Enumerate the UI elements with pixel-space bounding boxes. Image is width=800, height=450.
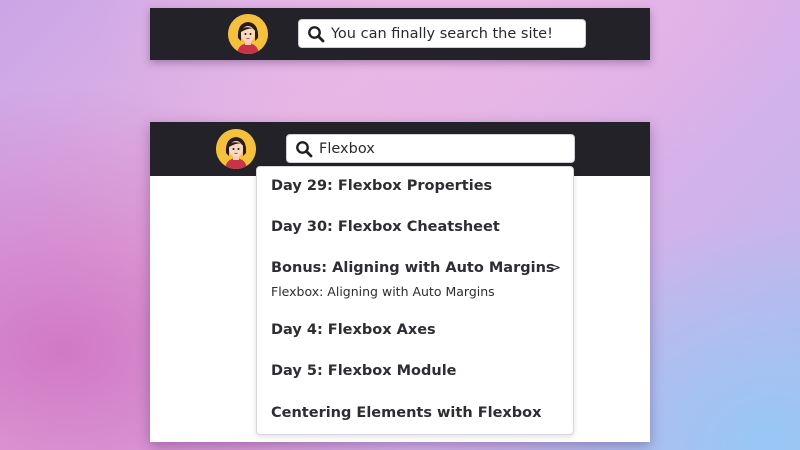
search-result-title: Day 4: Flexbox Axes — [271, 322, 436, 338]
search-input-value: Flexbox — [319, 140, 375, 157]
search-result-item[interactable]: Centering Elements with Flexbox — [271, 405, 541, 421]
search-input[interactable]: Flexbox — [286, 134, 575, 163]
search-result-title: Bonus: Aligning with Auto Margins — [271, 260, 555, 276]
search-result-item[interactable]: Day 30: Flexbox Cheatsheet — [271, 219, 500, 235]
search-result-title: Centering Elements with Flexbox — [271, 405, 542, 421]
search-result-item[interactable]: Day 4: Flexbox Axes — [271, 322, 436, 338]
search-result-item[interactable]: Bonus: Aligning with Auto Margins > — [271, 260, 561, 276]
search-input-value: You can finally search the site! — [331, 25, 553, 42]
chevron-right-icon: > — [549, 260, 562, 276]
search-input[interactable]: You can finally search the site! — [298, 19, 586, 48]
search-results-dropdown: Day 29: Flexbox Properties Day 30: Flexb… — [256, 166, 574, 435]
search-result-title: Day 30: Flexbox Cheatsheet — [271, 219, 500, 235]
search-icon — [295, 140, 313, 158]
search-icon — [307, 25, 325, 43]
site-header-before: You can finally search the site! — [150, 8, 650, 60]
search-result-item[interactable]: Day 5: Flexbox Module — [271, 363, 457, 379]
search-result-subtitle[interactable]: Flexbox: Aligning with Auto Margins — [271, 284, 495, 299]
search-result-item[interactable]: Day 29: Flexbox Properties — [271, 178, 492, 194]
user-avatar-icon[interactable] — [228, 14, 268, 54]
search-result-title: Day 29: Flexbox Properties — [271, 178, 493, 194]
user-avatar-icon[interactable] — [216, 129, 256, 169]
search-result-title: Day 5: Flexbox Module — [271, 363, 457, 379]
